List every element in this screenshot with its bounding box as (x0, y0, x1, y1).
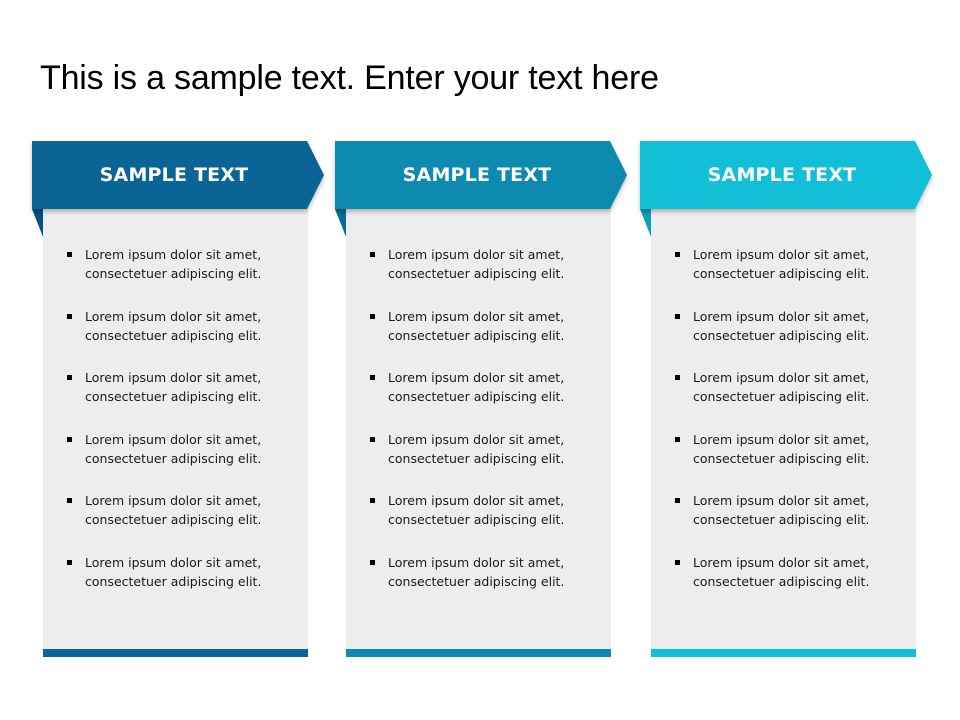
list-item-line-2: consectetuer adipiscing elit. (693, 512, 870, 527)
bottom-accent-bar (43, 649, 308, 657)
list-item: Lorem ipsum dolor sit amet, consectetuer … (651, 245, 916, 307)
content-panel: Lorem ipsum dolor sit amet, consectetuer … (346, 209, 611, 649)
list-item-line-1: Lorem ipsum dolor sit amet, (693, 308, 870, 324)
list-item-line-2: consectetuer adipiscing elit. (388, 266, 565, 281)
list-item-line-1: Lorem ipsum dolor sit amet, (85, 308, 262, 324)
column-header-label: SAMPLE TEXT (99, 164, 249, 186)
list-item-line-1: Lorem ipsum dolor sit amet, (388, 431, 565, 447)
list-item: Lorem ipsum dolor sit amet, consectetuer … (43, 430, 308, 492)
square-bullet-icon (370, 498, 375, 503)
list-item: Lorem ipsum dolor sit amet, consectetuer … (651, 368, 916, 430)
list-item-line-2: consectetuer adipiscing elit. (388, 450, 565, 466)
list-item-line-1: Lorem ipsum dolor sit amet, (693, 493, 870, 508)
list-item-line-1: Lorem ipsum dolor sit amet, (388, 247, 565, 262)
square-bullet-icon (67, 252, 72, 257)
list-item-line-2: consectetuer adipiscing elit. (693, 573, 870, 589)
list-item-line-1: Lorem ipsum dolor sit amet, (388, 370, 565, 385)
list-item-line-1: Lorem ipsum dolor sit amet, (388, 308, 565, 324)
square-bullet-icon (67, 313, 72, 319)
list-item: Lorem ipsum dolor sit amet, consectetuer … (651, 491, 916, 553)
square-bullet-icon (370, 313, 375, 319)
square-bullet-icon (370, 375, 375, 380)
bullet-list: Lorem ipsum dolor sit amet, consectetuer … (651, 245, 916, 614)
square-bullet-icon (370, 252, 375, 257)
list-item-line-2: consectetuer adipiscing elit. (85, 327, 262, 343)
column-header-label: SAMPLE TEXT (402, 164, 552, 186)
list-item-line-2: consectetuer adipiscing elit. (85, 573, 262, 589)
list-item-line-2: consectetuer adipiscing elit. (85, 266, 262, 281)
column-card-2: Lorem ipsum dolor sit amet, consectetuer … (335, 141, 635, 661)
list-item-line-1: Lorem ipsum dolor sit amet, (85, 554, 262, 570)
column-header-label: SAMPLE TEXT (707, 164, 857, 186)
ribbon-fold-icon (335, 209, 346, 237)
list-item-line-2: consectetuer adipiscing elit. (85, 512, 262, 527)
square-bullet-icon (675, 375, 680, 380)
header-ribbon: SAMPLE TEXT (32, 141, 324, 209)
list-item: Lorem ipsum dolor sit amet, consectetuer … (651, 307, 916, 369)
square-bullet-icon (67, 498, 72, 503)
column-card-1: Lorem ipsum dolor sit amet, consectetuer … (32, 141, 332, 661)
list-item-line-1: Lorem ipsum dolor sit amet, (693, 247, 870, 262)
list-item-line-2: consectetuer adipiscing elit. (693, 266, 870, 281)
header-ribbon: SAMPLE TEXT (335, 141, 627, 209)
list-item: Lorem ipsum dolor sit amet, consectetuer … (346, 491, 611, 553)
list-item: Lorem ipsum dolor sit amet, consectetuer … (43, 368, 308, 430)
list-item-line-1: Lorem ipsum dolor sit amet, (85, 431, 262, 447)
square-bullet-icon (67, 559, 72, 565)
ribbon-fold-icon (640, 209, 651, 237)
list-item-line-1: Lorem ipsum dolor sit amet, (693, 554, 870, 570)
square-bullet-icon (67, 436, 72, 442)
list-item-line-2: consectetuer adipiscing elit. (693, 327, 870, 343)
list-item-line-2: consectetuer adipiscing elit. (693, 389, 870, 404)
list-item: Lorem ipsum dolor sit amet, consectetuer … (346, 307, 611, 369)
bottom-accent-bar (651, 649, 916, 657)
list-item-line-2: consectetuer adipiscing elit. (693, 450, 870, 466)
content-panel: Lorem ipsum dolor sit amet, consectetuer … (651, 209, 916, 649)
list-item-line-1: Lorem ipsum dolor sit amet, (85, 370, 262, 385)
list-item: Lorem ipsum dolor sit amet, consectetuer … (346, 245, 611, 307)
bottom-accent-bar (346, 649, 611, 657)
slide-title: This is a sample text. Enter your text h… (40, 59, 659, 97)
square-bullet-icon (675, 252, 680, 257)
square-bullet-icon (370, 559, 375, 565)
list-item-line-2: consectetuer adipiscing elit. (388, 327, 565, 343)
list-item: Lorem ipsum dolor sit amet, consectetuer … (43, 553, 308, 615)
column-card-3: Lorem ipsum dolor sit amet, consectetuer … (640, 141, 940, 661)
bullet-list: Lorem ipsum dolor sit amet, consectetuer … (43, 245, 308, 614)
square-bullet-icon (675, 313, 680, 319)
list-item-line-2: consectetuer adipiscing elit. (85, 389, 262, 404)
ribbon-fold-icon (32, 209, 43, 237)
square-bullet-icon (675, 498, 680, 503)
list-item-line-2: consectetuer adipiscing elit. (388, 512, 565, 527)
list-item-line-1: Lorem ipsum dolor sit amet, (85, 247, 262, 262)
content-panel: Lorem ipsum dolor sit amet, consectetuer … (43, 209, 308, 649)
list-item-line-1: Lorem ipsum dolor sit amet, (85, 493, 262, 508)
list-item: Lorem ipsum dolor sit amet, consectetuer … (651, 553, 916, 615)
list-item-line-2: consectetuer adipiscing elit. (388, 389, 565, 404)
list-item: Lorem ipsum dolor sit amet, consectetuer … (346, 368, 611, 430)
square-bullet-icon (370, 436, 375, 442)
square-bullet-icon (67, 375, 72, 380)
list-item-line-1: Lorem ipsum dolor sit amet, (693, 370, 870, 385)
list-item: Lorem ipsum dolor sit amet, consectetuer … (651, 430, 916, 492)
list-item-line-2: consectetuer adipiscing elit. (388, 573, 565, 589)
list-item: Lorem ipsum dolor sit amet, consectetuer … (43, 491, 308, 553)
square-bullet-icon (675, 559, 680, 565)
list-item: Lorem ipsum dolor sit amet, consectetuer … (346, 553, 611, 615)
header-ribbon: SAMPLE TEXT (640, 141, 932, 209)
list-item-line-1: Lorem ipsum dolor sit amet, (388, 493, 565, 508)
list-item: Lorem ipsum dolor sit amet, consectetuer … (43, 245, 308, 307)
list-item: Lorem ipsum dolor sit amet, consectetuer … (43, 307, 308, 369)
bullet-list: Lorem ipsum dolor sit amet, consectetuer … (346, 245, 611, 614)
list-item: Lorem ipsum dolor sit amet, consectetuer … (346, 430, 611, 492)
list-item-line-1: Lorem ipsum dolor sit amet, (693, 431, 870, 447)
list-item-line-2: consectetuer adipiscing elit. (85, 450, 262, 466)
square-bullet-icon (675, 436, 680, 442)
list-item-line-1: Lorem ipsum dolor sit amet, (388, 554, 565, 570)
